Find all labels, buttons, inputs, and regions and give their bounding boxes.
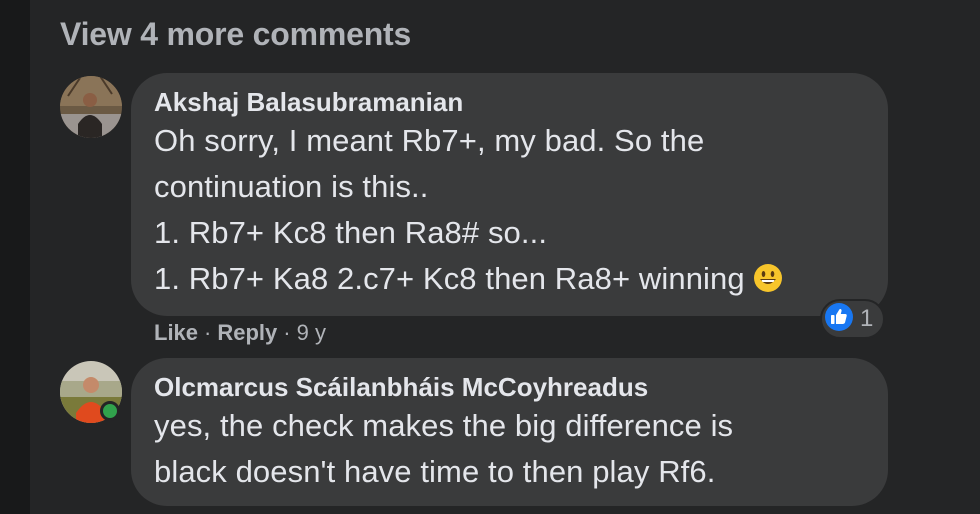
comment-text: 1. Rb7+ Ka8 2.c7+ Kc8 then Ra8+ winning bbox=[154, 261, 745, 296]
comment-author[interactable]: Olcmarcus Scáilanbháis McCoyhreadus bbox=[154, 372, 648, 403]
like-button[interactable]: Like bbox=[154, 320, 198, 345]
separator-dot: · bbox=[204, 320, 212, 345]
comment-bubble: Olcmarcus Scáilanbháis McCoyhreadus yes,… bbox=[131, 358, 888, 506]
reply-button[interactable]: Reply bbox=[217, 320, 277, 345]
view-more-comments-link[interactable]: View 4 more comments bbox=[60, 16, 411, 53]
reaction-count: 1 bbox=[860, 305, 874, 332]
comment-text-line: continuation is this.. bbox=[154, 169, 429, 204]
comment-timestamp[interactable]: 9 y bbox=[297, 320, 326, 345]
comment-text-line: 1. Rb7+ Kc8 then Ra8# so... bbox=[154, 215, 548, 250]
like-thumb-icon bbox=[824, 302, 854, 337]
reaction-badge[interactable]: 1 bbox=[820, 299, 886, 339]
comment-text-line: yes, the check makes the big difference … bbox=[154, 408, 734, 443]
separator-dot: · bbox=[283, 320, 291, 345]
comment-text-line-with-emoji: 1. Rb7+ Ka8 2.c7+ Kc8 then Ra8+ winning bbox=[154, 261, 783, 301]
grinning-face-icon bbox=[753, 263, 783, 301]
comment-actions: Like · Reply · 9 y bbox=[154, 320, 326, 346]
comment-author[interactable]: Akshaj Balasubramanian bbox=[154, 87, 463, 118]
comment-text-line: black doesn't have time to then play Rf6… bbox=[154, 454, 716, 489]
comment-bubble: Akshaj Balasubramanian Oh sorry, I meant… bbox=[131, 73, 888, 316]
comment-text-line: Oh sorry, I meant Rb7+, my bad. So the bbox=[154, 123, 705, 158]
online-status-indicator bbox=[100, 401, 120, 421]
avatar[interactable] bbox=[60, 76, 122, 138]
